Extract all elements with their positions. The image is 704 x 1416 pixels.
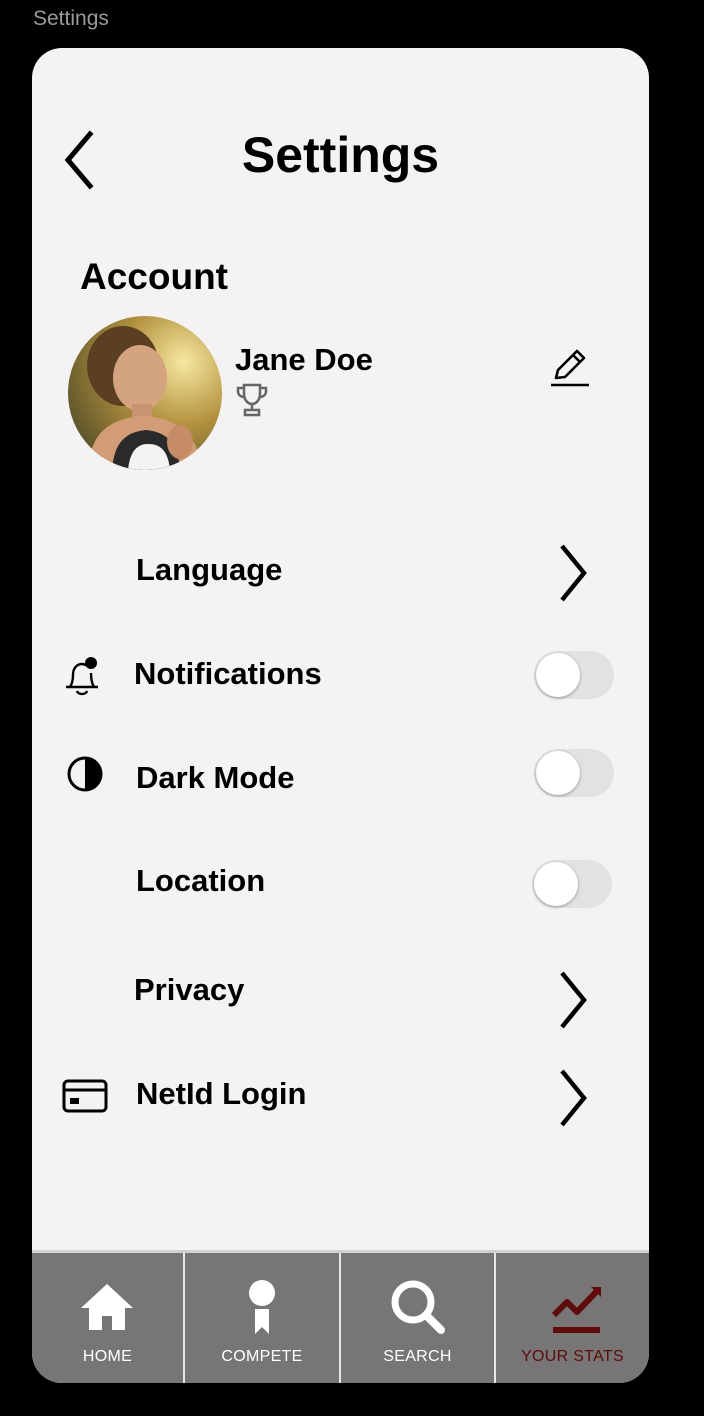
nav-your-stats[interactable]: YOUR STATS [496,1253,649,1383]
privacy-chevron[interactable] [556,969,590,1031]
toggle-knob [536,653,580,697]
chevron-right-icon [560,1069,587,1127]
half-circle-icon [67,756,103,792]
language-label[interactable]: Language [136,552,282,588]
netid-login-label[interactable]: NetId Login [136,1076,306,1112]
location-toggle[interactable] [532,860,612,908]
pencil-icon [551,349,589,387]
nav-compete[interactable]: COMPETE [185,1253,339,1383]
nav-home[interactable]: HOME [32,1253,183,1383]
bottom-nav: HOME COMPETE SEARCH YOUR STATS [32,1250,649,1383]
language-chevron[interactable] [556,542,590,604]
notifications-label: Notifications [134,656,322,691]
nav-search[interactable]: SEARCH [341,1253,494,1383]
home-icon [81,1284,133,1330]
account-section-title: Account [80,256,228,297]
user-name: Jane Doe [235,342,373,377]
location-label: Location [136,863,266,898]
trending-chart-icon [551,1287,601,1333]
privacy-label[interactable]: Privacy [134,972,244,1008]
settings-screen: Settings Account Jane Doe Language Notif… [32,48,649,1383]
nav-label-your-stats: YOUR STATS [521,1348,624,1365]
frame-label: Settings [33,7,109,30]
nav-label-home: HOME [82,1348,133,1365]
chevron-right-icon [560,971,587,1029]
trophy-icon [236,383,268,417]
notifications-toggle[interactable] [534,651,614,699]
page-title: Settings [241,127,440,183]
toggle-knob [536,751,580,795]
chevron-right-icon [560,544,587,602]
nav-label-search: SEARCH [383,1348,452,1365]
nav-label-compete: COMPETE [221,1348,303,1365]
dark-mode-label: Dark Mode [136,760,295,795]
credit-card-icon [62,1079,108,1113]
profile-photo [68,316,222,470]
toggle-knob [534,862,578,906]
dark-mode-toggle[interactable] [534,749,614,797]
bell-icon [66,657,98,696]
award-ribbon-icon [249,1280,275,1334]
search-icon [391,1280,445,1334]
avatar[interactable] [68,316,222,470]
edit-profile-button[interactable] [548,344,592,388]
netid-login-chevron[interactable] [556,1067,590,1129]
